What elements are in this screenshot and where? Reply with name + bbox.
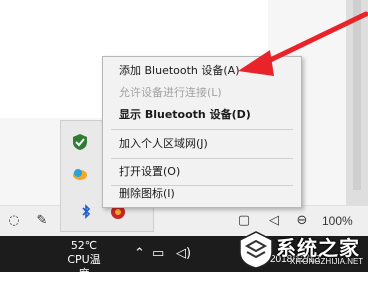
- cpu-temperature-value: 52℃: [70, 239, 98, 252]
- chevron-up-icon[interactable]: ⌃: [134, 246, 145, 262]
- volume-icon[interactable]: ◁): [176, 246, 191, 262]
- cpu-temperature: 52℃ CPU温度: [62, 239, 106, 281]
- watermark-logo-icon: [239, 231, 273, 269]
- cpu-temperature-label: CPU温度: [67, 253, 101, 280]
- network-icon[interactable]: ▭: [152, 246, 164, 262]
- watermark-subtext: XITONGZHIJIA.NET: [290, 257, 364, 266]
